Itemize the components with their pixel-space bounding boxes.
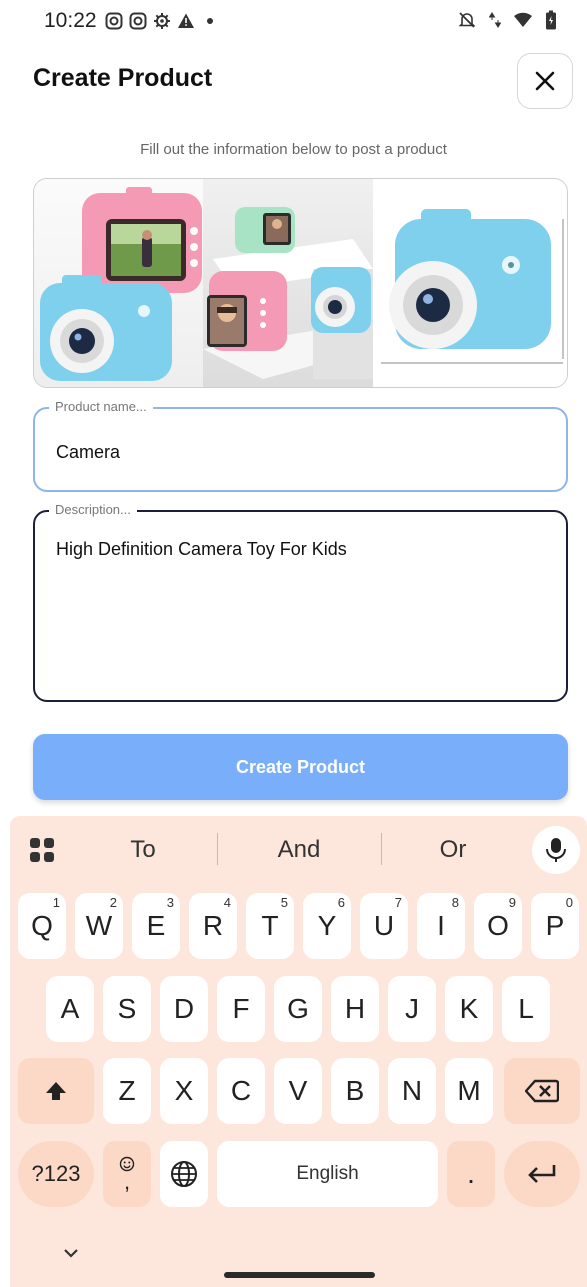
key-p[interactable]: P0 xyxy=(531,893,579,959)
description-input[interactable]: High Definition Camera Toy For Kids xyxy=(56,539,347,560)
key-h[interactable]: H xyxy=(331,976,379,1042)
create-product-button[interactable]: Create Product xyxy=(33,734,568,800)
product-image[interactable] xyxy=(372,179,567,387)
product-image[interactable] xyxy=(34,179,204,387)
key-v[interactable]: V xyxy=(274,1058,322,1124)
status-bar: 10:22 xyxy=(0,0,587,44)
key-i[interactable]: I8 xyxy=(417,893,465,959)
status-time: 10:22 xyxy=(44,9,97,32)
enter-icon xyxy=(528,1165,556,1183)
product-name-input[interactable]: Camera xyxy=(56,442,120,463)
voice-input-button[interactable] xyxy=(532,826,580,874)
product-image-gallery[interactable] xyxy=(33,178,568,388)
home-indicator[interactable] xyxy=(224,1272,375,1278)
close-icon xyxy=(535,71,555,91)
product-image[interactable] xyxy=(203,179,373,387)
key-c[interactable]: C xyxy=(217,1058,265,1124)
key-m[interactable]: M xyxy=(445,1058,493,1124)
key-y[interactable]: Y6 xyxy=(303,893,351,959)
warning-icon xyxy=(176,11,196,31)
globe-icon xyxy=(171,1161,197,1187)
status-system-icons xyxy=(457,10,561,30)
battery-icon xyxy=(541,10,561,30)
key-q[interactable]: Q1 xyxy=(18,893,66,959)
key-f[interactable]: F xyxy=(217,976,265,1042)
backspace-key[interactable] xyxy=(504,1058,580,1124)
instagram-icon xyxy=(128,11,148,31)
space-key[interactable]: English xyxy=(217,1141,438,1207)
suggestion-divider xyxy=(381,833,382,865)
suggestion-item[interactable]: To xyxy=(83,836,203,864)
key-d[interactable]: D xyxy=(160,976,208,1042)
form-subtitle: Fill out the information below to post a… xyxy=(140,141,447,158)
apps-grid-icon[interactable] xyxy=(28,836,56,869)
product-name-field[interactable]: Product name... Camera xyxy=(33,399,568,492)
wifi-icon xyxy=(513,10,533,30)
enter-key[interactable] xyxy=(504,1141,580,1207)
key-t[interactable]: T5 xyxy=(246,893,294,959)
key-b[interactable]: B xyxy=(331,1058,379,1124)
page-title: Create Product xyxy=(33,64,213,92)
symbols-key[interactable]: ?123 xyxy=(18,1141,94,1207)
shift-icon xyxy=(46,1082,66,1100)
comma-label: , xyxy=(123,1169,131,1194)
suggestion-item[interactable]: Or xyxy=(393,836,513,864)
suggestion-bar: To And Or xyxy=(10,816,587,884)
period-key[interactable]: . xyxy=(447,1141,495,1207)
key-u[interactable]: U7 xyxy=(360,893,408,959)
key-z[interactable]: Z xyxy=(103,1058,151,1124)
hide-keyboard-chevron-icon[interactable] xyxy=(62,1246,80,1264)
key-k[interactable]: K xyxy=(445,976,493,1042)
suggestion-item[interactable]: And xyxy=(239,836,359,864)
description-label: Description... xyxy=(49,502,137,517)
key-r[interactable]: R4 xyxy=(189,893,237,959)
key-j[interactable]: J xyxy=(388,976,436,1042)
dot-icon xyxy=(200,11,220,31)
key-o[interactable]: O9 xyxy=(474,893,522,959)
backspace-icon xyxy=(525,1079,559,1103)
product-name-label: Product name... xyxy=(49,399,153,414)
microphone-icon xyxy=(546,838,566,862)
instagram-icon xyxy=(104,11,124,31)
language-key[interactable] xyxy=(160,1141,208,1207)
mute-icon xyxy=(457,10,477,30)
key-x[interactable]: X xyxy=(160,1058,208,1124)
key-g[interactable]: G xyxy=(274,976,322,1042)
emoji-comma-key[interactable]: , xyxy=(103,1141,151,1207)
key-e[interactable]: E3 xyxy=(132,893,180,959)
key-l[interactable]: L xyxy=(502,976,550,1042)
key-s[interactable]: S xyxy=(103,976,151,1042)
key-a[interactable]: A xyxy=(46,976,94,1042)
shift-key[interactable] xyxy=(18,1058,94,1124)
close-button[interactable] xyxy=(517,53,573,109)
suggestion-divider xyxy=(217,833,218,865)
settings-icon xyxy=(152,11,172,31)
key-n[interactable]: N xyxy=(388,1058,436,1124)
description-field[interactable]: Description... High Definition Camera To… xyxy=(33,502,568,702)
key-w[interactable]: W2 xyxy=(75,893,123,959)
data-arrows-icon xyxy=(485,10,505,30)
status-notification-icons xyxy=(104,11,220,31)
on-screen-keyboard: To And Or Q1 W2 E3 R4 T5 Y6 U7 I8 O9 P0 … xyxy=(10,816,587,1287)
